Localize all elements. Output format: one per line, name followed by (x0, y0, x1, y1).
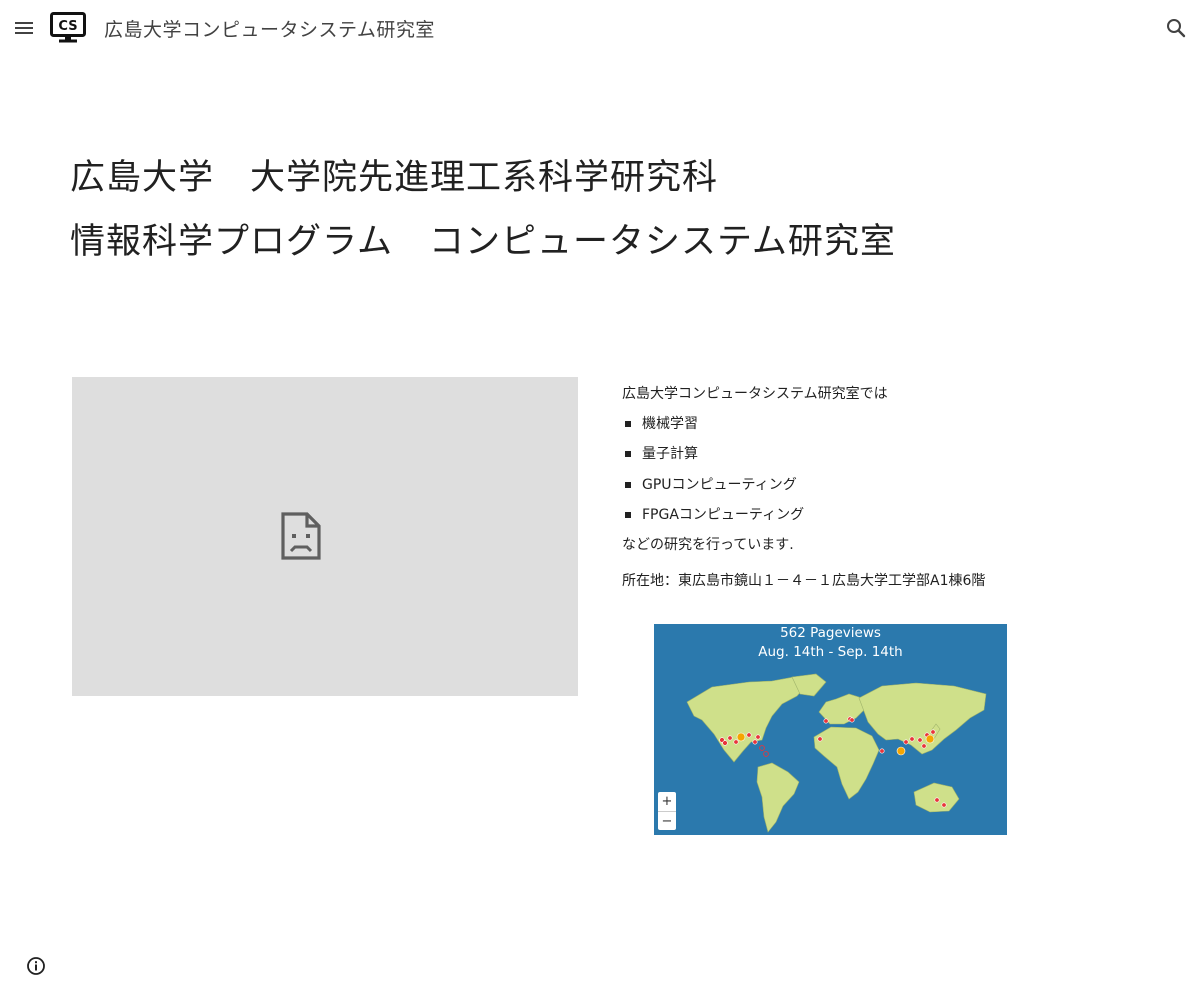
hamburger-menu-icon[interactable] (12, 16, 36, 40)
world-map (686, 673, 987, 833)
list-item: GPUコンピューティング (622, 474, 1122, 496)
site-logo[interactable]: CS (50, 12, 86, 44)
search-icon[interactable] (1164, 16, 1188, 40)
embedded-content-placeholder (72, 377, 578, 696)
top-bar: CS 広島大学コンピュータシステム研究室 (0, 0, 1200, 56)
map-hotspot-marker (896, 746, 906, 756)
outro-text: などの研究を行っています. (622, 537, 794, 554)
africa (813, 726, 880, 800)
heading-line-1: 広島大学 大学院先進理工系科学研究科 (70, 158, 719, 198)
page-heading: 広島大学 大学院先進理工系科学研究科 情報科学プログラム コンピュータシステム研… (70, 146, 896, 274)
site-title[interactable]: 広島大学コンピュータシステム研究室 (104, 15, 435, 42)
zoom-out-button[interactable]: − (658, 812, 676, 831)
map-zoom-control: + − (658, 792, 676, 830)
asia (858, 682, 987, 755)
logo-text: CS (58, 19, 77, 34)
zoom-in-button[interactable]: + (658, 792, 676, 812)
heading-line-2: 情報科学プログラム コンピュータシステム研究室 (70, 222, 896, 262)
lab-description: 広島大学コンピュータシステム研究室では 機械学習 量子計算 GPUコンピューティ… (622, 383, 1122, 592)
broken-document-icon (281, 512, 321, 560)
north-america (686, 676, 807, 763)
info-icon[interactable] (26, 956, 46, 976)
map-hotspot-marker (925, 734, 935, 744)
address-text: 所在地：東広島市鏡山１－４－１広島大学工学部A1棟6階 (622, 573, 986, 590)
list-item: 機械学習 (622, 413, 1122, 435)
list-item: FPGAコンピューティング (622, 504, 1122, 526)
research-topic-list: 機械学習 量子計算 GPUコンピューティング FPGAコンピューティング (622, 413, 1122, 526)
list-item: 量子計算 (622, 443, 1122, 465)
map-hotspot-marker (736, 732, 746, 742)
intro-text: 広島大学コンピュータシステム研究室では (622, 386, 888, 402)
south-america (756, 762, 800, 833)
pageview-map-widget[interactable]: 562 Pageviews Aug. 14th - Sep. 14th + − (654, 624, 1007, 835)
australia (913, 782, 960, 813)
